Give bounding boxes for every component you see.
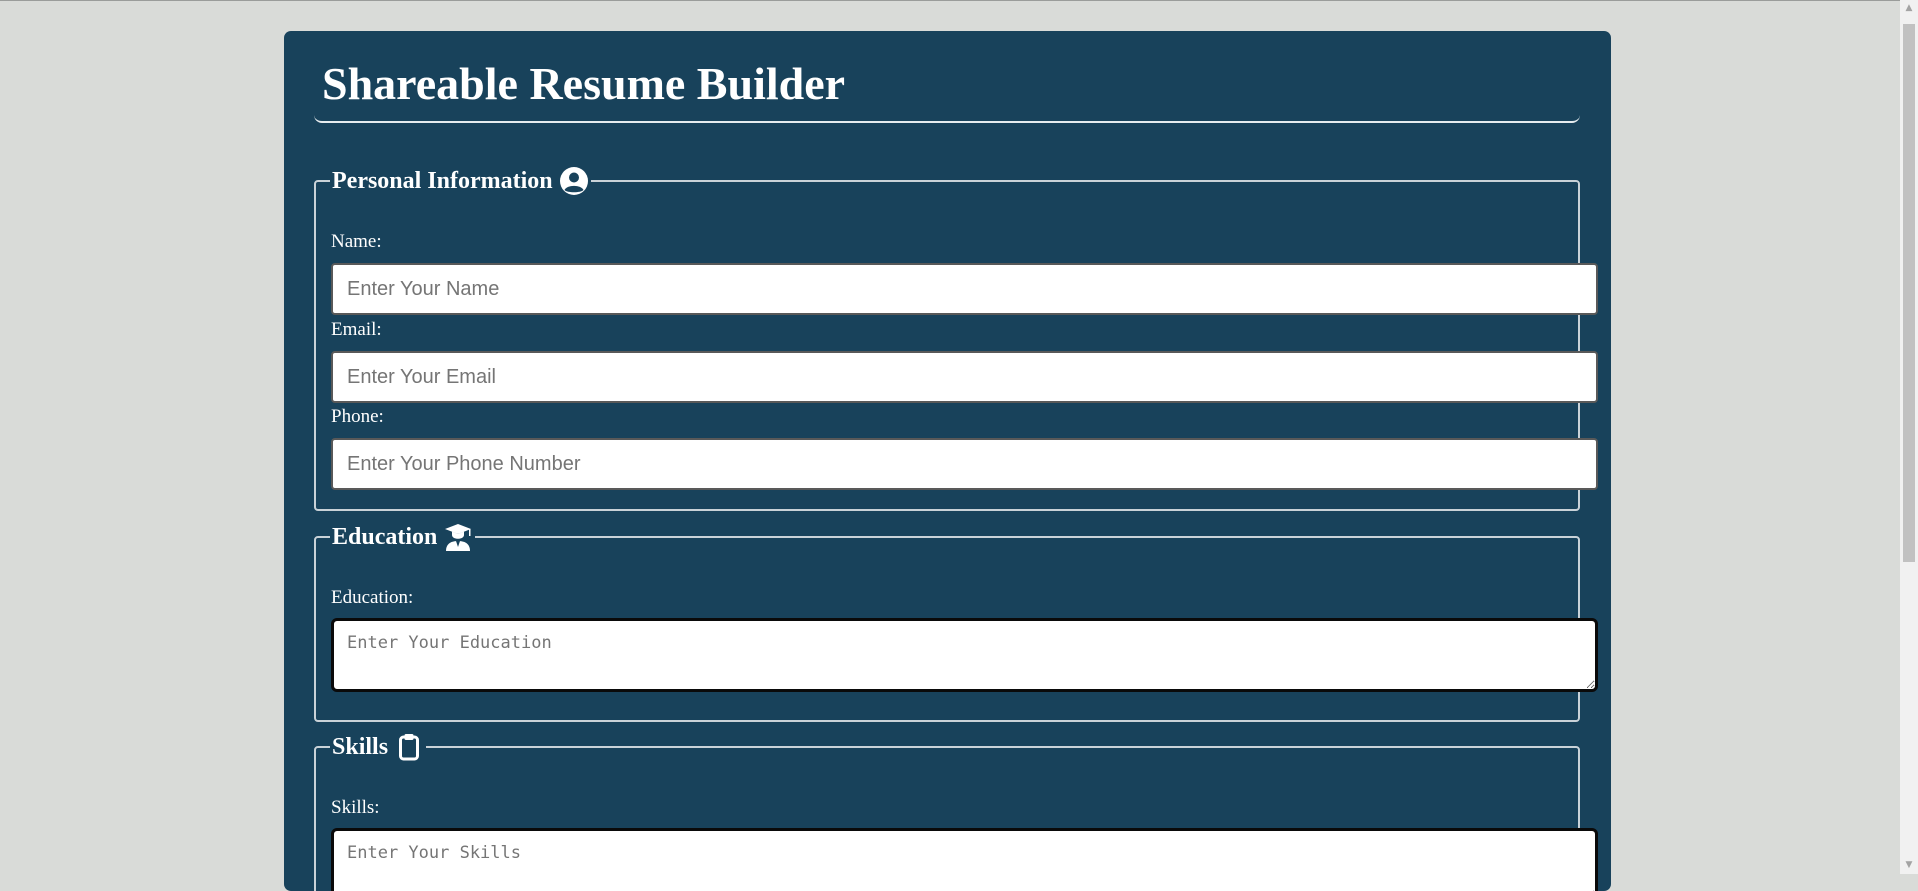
clipboard-icon bbox=[399, 734, 420, 761]
skills-legend: Skills bbox=[330, 732, 426, 762]
personal-information-legend: Personal Information bbox=[330, 166, 591, 196]
email-input[interactable] bbox=[331, 351, 1598, 403]
personal-information-legend-text: Personal Information bbox=[332, 167, 553, 194]
scrollbar-thumb[interactable] bbox=[1903, 24, 1915, 562]
scroll-up-arrow-icon[interactable]: ▲ bbox=[1900, 0, 1918, 17]
personal-information-section: Personal Information Name: Email: Phone: bbox=[314, 166, 1598, 511]
header: Shareable Resume Builder bbox=[314, 31, 1580, 123]
email-label: Email: bbox=[331, 319, 382, 340]
education-legend-text: Education bbox=[332, 523, 438, 550]
phone-input[interactable] bbox=[331, 438, 1598, 490]
user-circle-icon bbox=[559, 167, 588, 195]
graduate-icon bbox=[445, 524, 472, 551]
education-textarea[interactable] bbox=[331, 618, 1598, 692]
education-section: Education Education: bbox=[314, 522, 1598, 722]
skills-textarea[interactable] bbox=[331, 828, 1598, 891]
education-label: Education: bbox=[331, 587, 414, 608]
name-input[interactable] bbox=[331, 263, 1598, 315]
skills-legend-text: Skills bbox=[332, 733, 389, 760]
scroll-down-arrow-icon[interactable]: ▼ bbox=[1900, 857, 1918, 874]
phone-label: Phone: bbox=[331, 406, 384, 427]
name-label: Name: bbox=[331, 231, 382, 252]
page-title: Shareable Resume Builder bbox=[322, 58, 846, 109]
skills-section: Skills Skills: bbox=[314, 732, 1598, 891]
resume-form-card: Shareable Resume Builder Personal Inform… bbox=[284, 31, 1611, 891]
education-legend: Education bbox=[330, 522, 475, 552]
skills-label: Skills: bbox=[331, 797, 380, 818]
window-top-border bbox=[0, 0, 1900, 1]
page-scrollbar[interactable]: ▲ ▼ bbox=[1900, 0, 1918, 874]
